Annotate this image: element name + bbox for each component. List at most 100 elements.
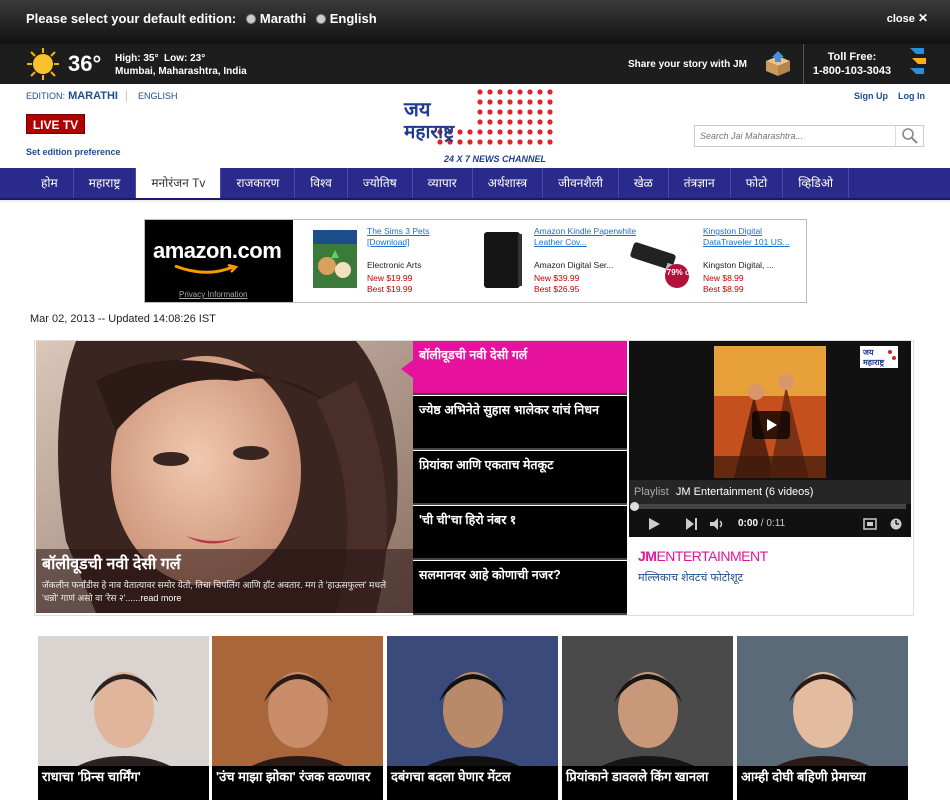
weather-bar: 36° High: 35° Low: 23° Mumbai, Maharasht… [0,44,950,84]
thumbnail-title[interactable]: आम्ही दोघी बहिणी प्रेमाच्या [737,766,908,800]
share-story-link[interactable]: Share your story with JM [628,59,747,70]
edition-switcher: EDITION: MARATHI ENGLISH [26,90,178,102]
edition-radio-english[interactable] [315,14,326,24]
story-list-item[interactable]: बॉलीवूडची नवी देसी गर्ल [413,341,627,395]
nav-item[interactable]: व्यापार [413,168,473,198]
logo-dot [477,89,483,95]
thumbnail-card[interactable]: राधाचा 'प्रिन्स चार्मिंग' [38,636,209,800]
logo-dot [507,89,513,95]
logo-dot [527,109,533,115]
nav-item[interactable]: जीवनशैली [543,168,619,198]
logo-dot [537,119,543,125]
edition-radio-marathi[interactable] [245,14,256,24]
thumbnail-title[interactable]: दबंगचा बदला घेणार मेंटल [387,766,558,800]
nav-item[interactable]: विश्व [295,168,348,198]
volume-icon[interactable] [709,517,727,531]
clock-icon[interactable] [889,517,903,531]
playlist-bar[interactable]: Playlist JM Entertainment (6 videos) [629,480,911,504]
edition-marathi-link[interactable]: MARATHI [68,90,127,102]
search-button[interactable] [895,126,923,146]
logo-text-jai: जय [403,97,432,121]
ad-product-new-price: New $19.99 [367,273,413,283]
thumbnail-title[interactable]: 'उंच माझा झोका' रंजक वळणावर [212,766,383,800]
edition-english-link[interactable]: ENGLISH [138,91,178,101]
ad-product-seller: Amazon Digital Ser... [534,260,614,270]
captions-icon[interactable] [863,518,877,530]
jm-entertainment-logo[interactable]: JMENTERTAINMENT [638,548,768,564]
story-list-item[interactable]: प्रियांका आणि एकताच मेतकूट [413,451,627,505]
logo-dot [547,99,553,105]
weather-details: High: 35° Low: 23° Mumbai, Maharashtra, … [115,52,247,78]
thumbnail-card[interactable]: 'उंच माझा झोका' रंजक वळणावर [212,636,383,800]
play-control-icon[interactable] [647,517,661,531]
thumbnail-card[interactable]: प्रियांकाने डावलले किंग खानला [562,636,733,800]
nav-item[interactable]: व्हिडिओ [783,168,850,198]
amazon-ad-banner[interactable]: amazon.com Privacy Information The Sims … [144,219,807,303]
nav-item[interactable]: राजकारण [221,168,296,198]
ad-product-kindle[interactable]: Amazon Kindle Paperwhite Leather Cov... … [478,226,638,302]
nav-item[interactable]: मनोरंजन Tv [136,168,222,198]
toll-free-number: 1-800-103-3043 [812,65,892,77]
logo-dot [497,129,503,135]
active-story-pointer [401,360,413,378]
edition-option-marathi[interactable]: Marathi [260,11,306,26]
set-edition-preference-link[interactable]: Set edition preference [26,147,121,157]
nav-item[interactable]: तंत्रज्ञान [669,168,731,198]
jai-maharashtra-logo[interactable]: जय महाराष्ट्र 24 X 7 NEWS CHANNEL [400,86,560,166]
nav-item[interactable]: खेळ [619,168,669,198]
jm-entertainment-caption[interactable]: मल्लिकाच शेवटचं फोटोशूट [638,570,743,585]
amazon-smile-icon [174,264,239,274]
logo-dot [517,129,523,135]
logo-dot [507,109,513,115]
read-more-link[interactable]: ...read more [133,593,182,603]
hero-title[interactable]: बॉलीवूडची नवी देसी गर्ल [42,552,181,574]
ad-product-title[interactable]: Kingston Digital DataTraveler 101 US... [703,226,795,260]
story-list-item[interactable]: सलमानवर आहे कोणाची नजर? [413,561,627,615]
thumbnail-title[interactable]: राधाचा 'प्रिन्स चार्मिंग' [38,766,209,800]
amazon-logo[interactable]: amazon.com Privacy Information [145,220,293,302]
sign-up-link[interactable]: Sign Up [854,91,888,101]
search-input[interactable] [695,126,891,146]
ad-product-best-price: Best $8.99 [703,284,744,294]
logo-dot [527,139,533,145]
share-box-icon[interactable] [764,51,792,77]
logo-dot [497,99,503,105]
toll-free: Toll Free: 1-800-103-3043 [812,50,892,78]
logo-text-maharashtra: महाराष्ट्र [403,121,455,143]
nav-item[interactable]: अर्थशास्त्र [473,168,544,198]
ad-product-kingston[interactable]: 79% off Kingston Digital DataTraveler 10… [630,226,795,302]
logo-dot [457,139,463,145]
seek-handle[interactable] [630,502,639,511]
current-time: 0:00 [738,518,759,529]
weather-location: Mumbai, Maharashtra, India [115,66,247,77]
nav-item[interactable]: होम [26,168,74,198]
nav-item[interactable]: महाराष्ट्र [74,168,137,198]
thumbnail-card[interactable]: दबंगचा बदला घेणार मेंटल [387,636,558,800]
logo-dot [547,109,553,115]
story-list-item[interactable]: 'ची ची'चा हिरो नंबर १ [413,506,627,560]
playlist-label: Playlist [634,486,669,498]
story-list-item[interactable]: ज्येष्ठ अभिनेते सुहास भालेकर यांचं निधन [413,396,627,450]
log-in-link[interactable]: Log In [898,91,925,101]
thumbnail-title[interactable]: प्रियांकाने डावलले किंग खानला [562,766,733,800]
close-button[interactable]: close ✕ [887,11,928,25]
play-button[interactable] [752,411,790,439]
badge-text-1: जय [862,348,874,357]
logo-dot [477,99,483,105]
live-tv-button[interactable]: LIVE TV [26,114,85,134]
logo-dot [517,139,523,145]
nav-item[interactable]: फोटो [731,168,784,198]
seek-bar[interactable] [634,504,906,509]
edition-question-text: Please select your default edition: [26,11,237,26]
edition-option-english[interactable]: English [330,11,377,26]
logo-dot [517,119,523,125]
privacy-information-link[interactable]: Privacy Information [179,290,247,299]
next-icon[interactable] [685,517,699,531]
thumbnail-card[interactable]: आम्ही दोघी बहिणी प्रेमाच्या [737,636,908,800]
ad-product-sims[interactable]: The Sims 3 Pets [Download] Electronic Ar… [311,226,471,302]
ad-product-title[interactable]: Amazon Kindle Paperwhite Leather Cov... [534,226,639,260]
logo-dot [527,99,533,105]
logo-dot [477,109,483,115]
nav-item[interactable]: ज्योतिष [348,168,413,198]
ad-product-title[interactable]: The Sims 3 Pets [Download] [367,226,472,260]
